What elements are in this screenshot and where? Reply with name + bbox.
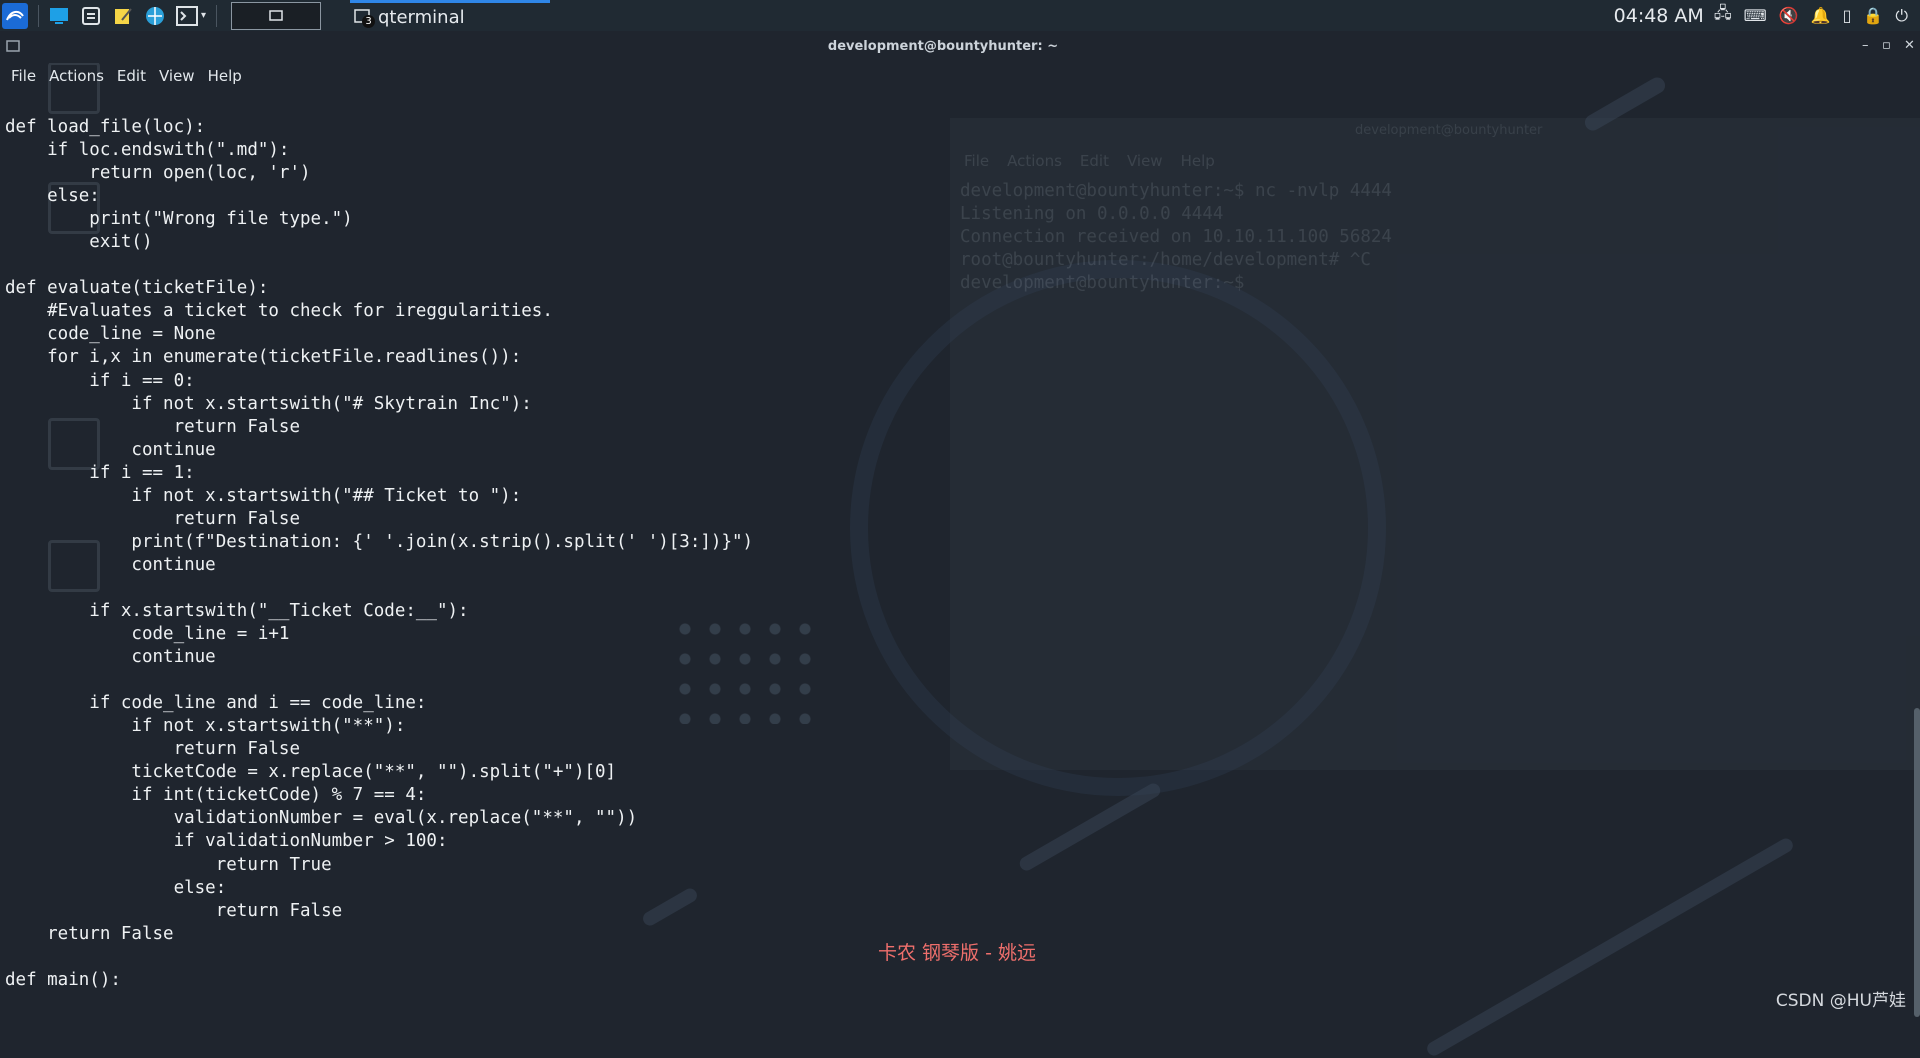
lock-icon[interactable]: 🔒 [1863,6,1883,25]
menu-help[interactable]: Help [208,67,242,85]
close-button[interactable]: ✕ [1904,38,1915,53]
background-terminal-window: development@bountyhunter File Actions Ed… [950,118,1920,770]
taskbar-separator [216,4,218,27]
workspace-thumbnail[interactable] [231,1,322,30]
network-icon[interactable]: 🖧 [1714,2,1732,29]
terminal-output[interactable]: def load_file(loc): if loc.endswith(".md… [5,116,753,992]
show-desktop-icon[interactable] [47,4,71,28]
background-menu-file: File [964,152,990,170]
battery-icon[interactable]: ▯ [1843,6,1852,25]
chevron-down-icon[interactable]: ▾ [201,10,206,21]
taskbar: ▾ 3 qterminal 04:48 AM 🖧 ⌨ 🔇 🔔 ▯ 🔒 ⏻ [0,0,1920,32]
power-icon[interactable]: ⏻ [1895,6,1908,26]
background-menu-edit: Edit [1079,152,1109,170]
background-menu-help: Help [1180,152,1215,170]
maximize-button[interactable]: ▫ [1882,38,1891,53]
menubar: File Actions Edit View Help [0,63,244,89]
text-editor-icon[interactable] [111,4,135,28]
file-manager-icon[interactable] [79,4,103,28]
wallpaper-stroke [1017,780,1163,874]
web-browser-icon[interactable] [143,4,167,28]
background-terminal-menubar: File Actions Edit View Help [964,152,1233,170]
keyboard-icon[interactable]: ⌨ [1744,6,1767,25]
task-count-badge: 3 [362,15,375,28]
volume-muted-icon[interactable]: 🔇 [1779,6,1799,25]
menu-view[interactable]: View [159,67,195,85]
background-menu-actions: Actions [1007,152,1062,170]
notification-bell-icon[interactable]: 🔔 [1811,6,1831,25]
clock[interactable]: 04:48 AM [1614,5,1704,27]
menu-actions[interactable]: Actions [49,67,104,85]
background-menu-view: View [1126,152,1163,170]
terminal-launcher-icon[interactable] [175,4,199,28]
lyric-overlay: 卡农 钢琴版 - 姚远 [878,942,1036,964]
window-titlebar[interactable]: development@bountyhunter: ~ – ▫ ✕ [0,31,1920,63]
menu-file[interactable]: File [11,67,36,85]
taskbar-task-qterminal[interactable]: 3 qterminal [350,0,550,31]
window-title: development@bountyhunter: ~ [827,39,1059,54]
kali-menu-icon[interactable] [2,2,28,29]
csdn-watermark: CSDN @HU芦娃 [1775,991,1906,1011]
wallpaper-stroke [1424,835,1796,1058]
task-label: qterminal [378,6,465,28]
menu-edit[interactable]: Edit [117,67,146,85]
minimize-button[interactable]: – [1862,38,1869,53]
background-terminal-output: development@bountyhunter:~$ nc -nvlp 444… [960,181,1392,293]
background-terminal-title: development@bountyhunter [1355,123,1543,138]
terminal-scrollbar[interactable] [1914,708,1920,1017]
taskbar-separator [38,4,39,27]
